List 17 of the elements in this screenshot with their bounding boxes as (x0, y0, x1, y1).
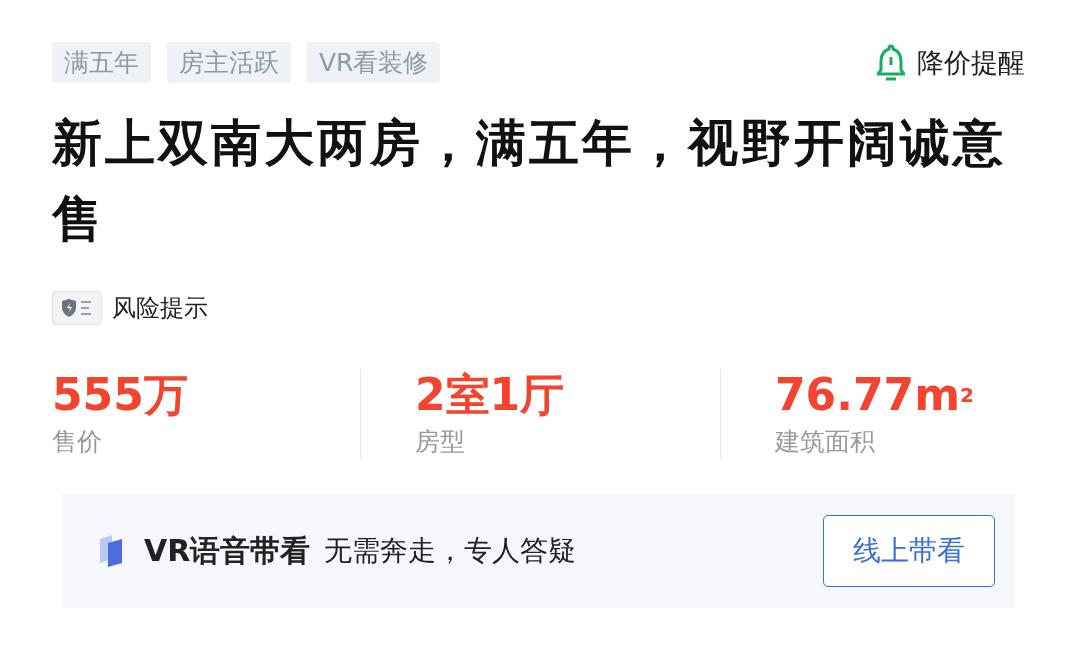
price-alert-link[interactable]: 降价提醒 (917, 44, 1025, 81)
tag: VR看装修 (307, 42, 441, 83)
tag: 满五年 (52, 42, 151, 83)
stat-label: 房型 (415, 426, 466, 458)
online-tour-button[interactable]: 线上带看 (823, 515, 995, 587)
banner-subtitle: 无需奔走，专人答疑 (324, 533, 578, 569)
risk-warning-link[interactable]: 风险提示 (112, 292, 208, 324)
stat-value: 76.77m$^{2}$ (775, 369, 975, 421)
stat-label: 建筑面积 (775, 426, 876, 458)
banner-title: VR语音带看 (144, 531, 311, 570)
stat-value: 555万 (52, 369, 189, 421)
listing-title: 新上双南大两房，满五年，视野开阔诚意售 (52, 113, 1007, 250)
bell-icon[interactable] (877, 42, 905, 83)
tag: 房主活跃 (167, 42, 291, 83)
stat-label: 售价 (52, 426, 103, 458)
stat-value: 2室1厅 (415, 369, 566, 421)
shield-list-icon[interactable] (52, 291, 102, 325)
